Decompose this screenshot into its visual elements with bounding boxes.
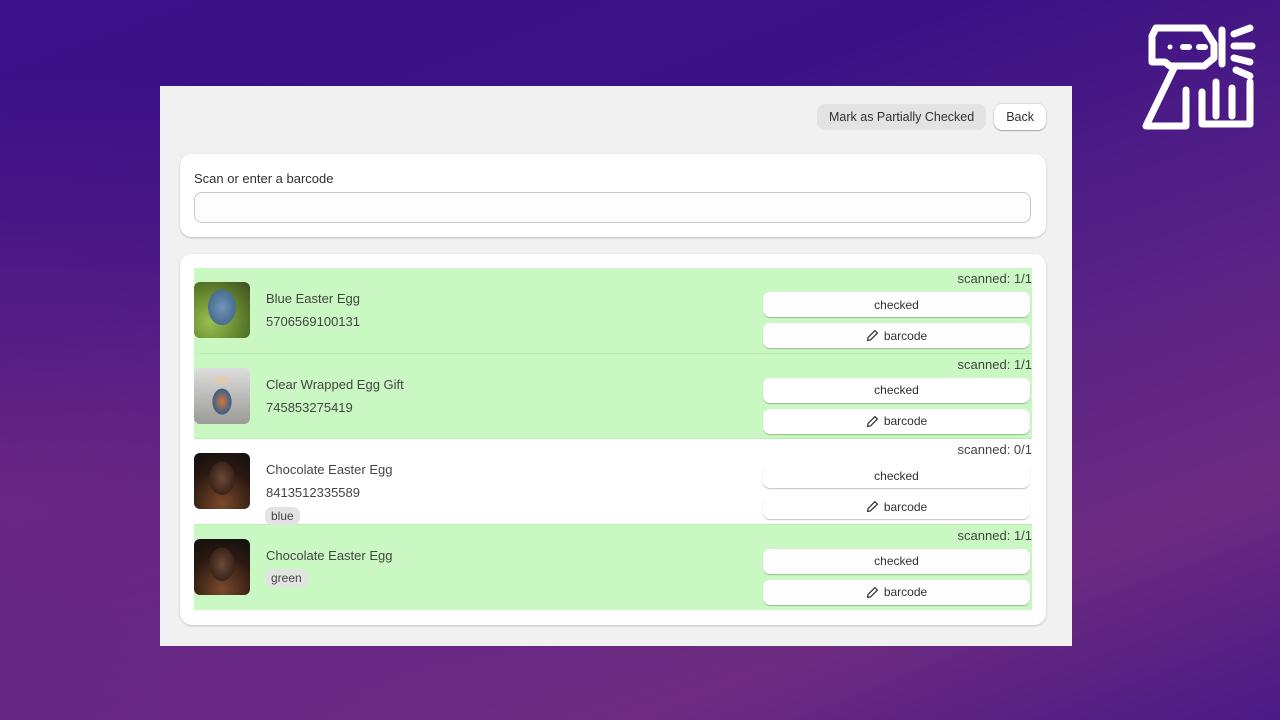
barcode-scanner-logo-icon bbox=[1142, 24, 1256, 130]
item-row: Chocolate Easter Egg green scanned: 1/1 ch… bbox=[194, 524, 1032, 610]
barcode-label: barcode bbox=[883, 585, 928, 599]
edit-barcode-button[interactable]: barcode bbox=[763, 494, 1030, 519]
pencil-icon bbox=[866, 415, 879, 427]
product-thumbnail bbox=[194, 367, 250, 424]
product-barcode: 8413512335589 bbox=[266, 485, 360, 500]
edit-barcode-button[interactable]: barcode bbox=[763, 579, 1030, 605]
product-thumbnail bbox=[194, 453, 250, 509]
checked-button[interactable]: checked bbox=[763, 377, 1030, 403]
edit-barcode-button[interactable]: barcode bbox=[763, 323, 1030, 348]
product-name: Clear Wrapped Egg Gift bbox=[266, 376, 404, 392]
edit-barcode-button[interactable]: barcode bbox=[763, 408, 1030, 434]
checked-label: checked bbox=[874, 468, 919, 483]
checked-label: checked bbox=[874, 383, 919, 397]
barcode-label: barcode bbox=[883, 414, 928, 428]
pencil-icon bbox=[866, 500, 879, 513]
checked-label: checked bbox=[874, 297, 919, 312]
barcode-label: barcode bbox=[883, 499, 928, 514]
barcode-input[interactable] bbox=[194, 192, 1031, 223]
variant-tag: blue bbox=[265, 507, 300, 525]
checked-label: checked bbox=[874, 554, 919, 568]
checked-button[interactable]: checked bbox=[763, 292, 1030, 317]
variant-tag: green bbox=[265, 568, 308, 587]
barcode-input-label: Scan or enter a barcode bbox=[194, 171, 334, 186]
pencil-icon bbox=[866, 329, 879, 342]
barcode-scan-card: Scan or enter a barcode bbox=[180, 154, 1046, 237]
checked-button[interactable]: checked bbox=[763, 548, 1030, 574]
mark-partially-checked-button[interactable]: Mark as Partially Checked bbox=[817, 104, 987, 130]
product-name: Chocolate Easter Egg bbox=[266, 547, 393, 563]
scanned-count: scanned: 1/1 bbox=[957, 356, 1032, 372]
product-thumbnail bbox=[194, 282, 250, 338]
product-name: Chocolate Easter Egg bbox=[266, 462, 393, 477]
checked-button[interactable]: checked bbox=[763, 463, 1030, 488]
pencil-icon bbox=[866, 586, 879, 598]
product-barcode: 745853275419 bbox=[266, 399, 353, 415]
item-row: Blue Easter Egg 5706569100131 scanned: 1/1… bbox=[194, 268, 1032, 354]
order-check-panel: Mark as Partially Checked Back Scan or e… bbox=[160, 86, 1072, 646]
item-row: Clear Wrapped Egg Gift 745853275419 scanne… bbox=[194, 353, 1032, 439]
product-thumbnail bbox=[194, 538, 250, 595]
scanned-count: scanned: 1/1 bbox=[957, 527, 1032, 543]
item-row: Chocolate Easter Egg 8413512335589 blue sca… bbox=[194, 439, 1032, 525]
product-name: Blue Easter Egg bbox=[266, 291, 360, 306]
items-list: Blue Easter Egg 5706569100131 scanned: 1/1… bbox=[180, 254, 1046, 625]
scanned-count: scanned: 0/1 bbox=[957, 442, 1032, 457]
back-button[interactable]: Back bbox=[994, 104, 1046, 130]
scanned-count: scanned: 1/1 bbox=[957, 271, 1032, 286]
product-barcode: 5706569100131 bbox=[266, 314, 360, 329]
barcode-label: barcode bbox=[883, 328, 928, 343]
